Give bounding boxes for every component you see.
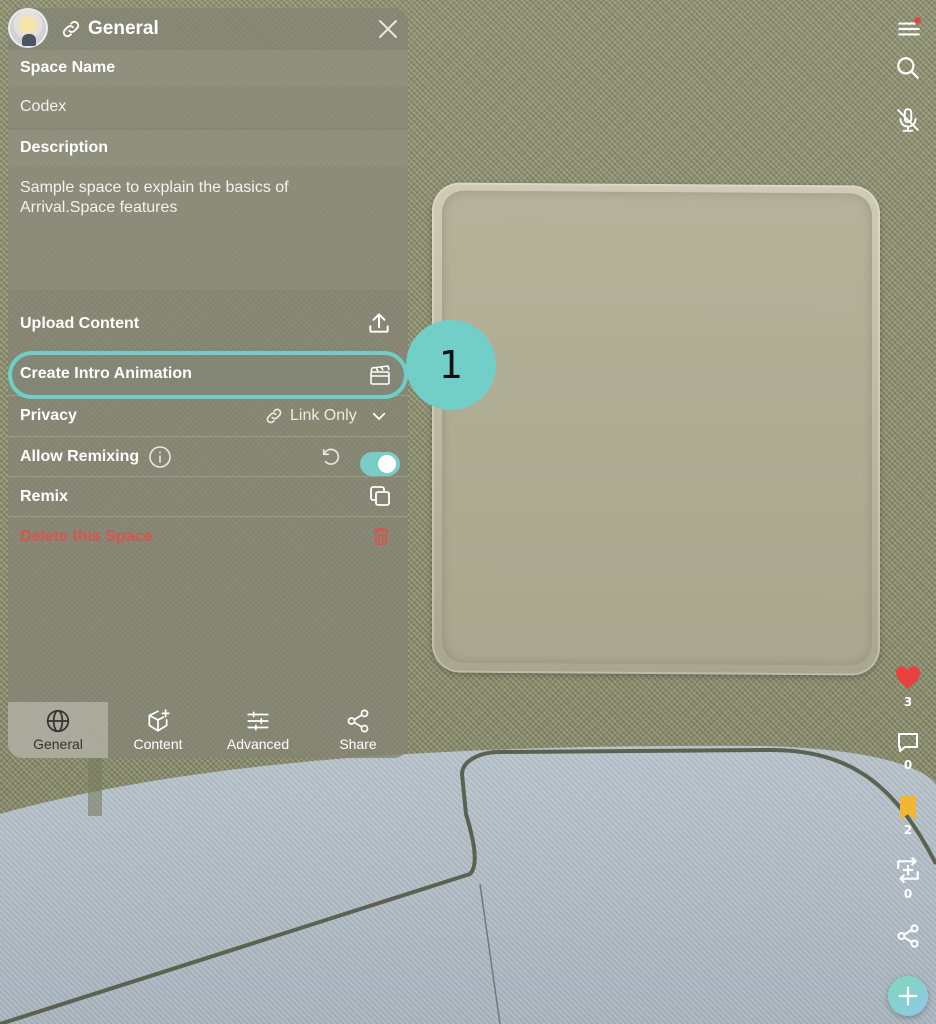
delete-space-label: Delete this Space [20,528,153,545]
trash-icon [372,527,390,546]
tab-label: Advanced [226,736,290,752]
privacy-label: Privacy [20,407,77,424]
space-name-field[interactable]: Codex [8,86,408,128]
create-intro-animation-label: Create Intro Animation [20,365,192,382]
comments-count: 0 [903,758,913,772]
create-intro-animation-row[interactable]: Create Intro Animation [8,351,408,399]
description-label: Description [8,130,408,166]
add-button[interactable] [888,976,928,1016]
tab-content[interactable]: Content [108,702,208,758]
share-icon[interactable] [895,923,921,949]
chevron-down-icon[interactable] [370,407,388,425]
space-name-label: Space Name [8,50,408,86]
tab-share[interactable]: Share [308,702,408,758]
plus-icon [898,986,918,1006]
panel-title: General [88,18,159,39]
sliders-icon [247,711,269,731]
allow-remixing-toggle[interactable] [360,452,400,476]
panel-header: General [8,8,408,50]
tab-advanced[interactable]: Advanced [208,702,308,758]
tab-label: General [33,736,83,752]
globe-icon [46,709,70,733]
tab-label: Share [339,736,377,752]
allow-remixing-row: Allow Remixing [8,436,408,476]
scene-picture-frame-inner [442,190,872,666]
upload-icon [369,313,389,333]
upload-content-label: Upload Content [20,315,140,332]
tab-label: Content [133,736,183,752]
panel-tab-bar: General Content Advanced Share [8,702,408,758]
cube-add-icon [148,709,170,732]
menu-icon[interactable] [896,16,922,42]
toggle-knob [378,455,396,473]
clapperboard-icon [370,365,390,385]
bookmark-icon[interactable] [898,795,918,821]
link-icon [266,408,282,424]
scene-picture-frame [432,182,880,676]
privacy-value[interactable]: Link Only [290,396,357,436]
copy-icon [370,486,390,506]
share-icon [347,709,369,733]
avatar[interactable] [8,8,48,48]
delete-space-row[interactable]: Delete this Space [8,516,408,556]
privacy-row[interactable]: Privacy Link Only [8,395,408,435]
tab-general[interactable]: General [8,702,108,758]
reposts-count: 0 [903,887,913,901]
info-icon[interactable] [148,445,172,469]
undo-icon[interactable] [320,446,342,468]
scene-pillar [88,756,102,816]
comment-icon[interactable] [896,730,920,754]
search-icon[interactable] [895,55,921,81]
upload-content-row[interactable]: Upload Content [8,304,408,344]
likes-count: 3 [903,695,913,709]
bookmarks-count: 2 [903,823,913,837]
step-callout-badge: 1 [406,320,496,410]
link-icon [62,20,80,38]
microphone-muted-icon[interactable] [895,107,921,133]
remix-label: Remix [20,488,69,505]
heart-icon[interactable] [895,666,921,690]
allow-remixing-label: Allow Remixing [20,448,140,465]
remix-row[interactable]: Remix [8,476,408,516]
repost-icon[interactable] [895,857,921,883]
close-icon[interactable] [376,17,400,41]
description-field[interactable]: Sample space to explain the basics of Ar… [8,166,408,290]
